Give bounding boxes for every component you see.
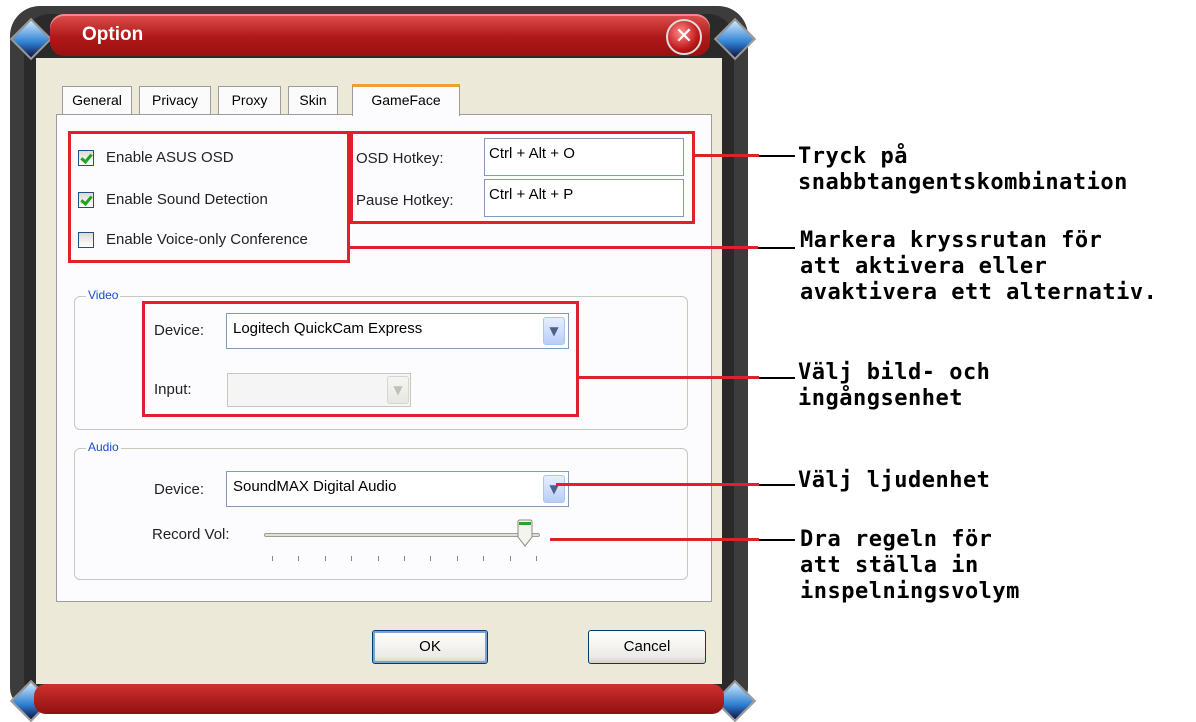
device-connector-black [759,377,795,379]
slider-tick [272,556,273,561]
checkbox-connector-red [350,246,758,249]
slider-tick [509,556,511,561]
volume-connector-black [759,539,795,541]
checkbox-callout: Markera kryssrutan för att aktivera elle… [800,228,1158,305]
audio-connector-black [759,484,795,486]
slider-tick [404,556,405,561]
video-group-title: Video [86,288,121,302]
title-bar[interactable] [50,14,710,56]
record-vol-slider-track[interactable] [264,533,540,537]
hotkey-highlight-box [350,131,695,224]
audio-group [74,448,688,580]
tab-privacy[interactable]: Privacy [139,86,211,114]
chevron-down-icon[interactable]: ▼ [543,475,565,503]
checkbox-connector-black [758,247,795,249]
hotkey-callout: Tryck på snabbtangentskombination [798,144,1128,195]
tab-proxy[interactable]: Proxy [218,86,281,114]
ok-button[interactable]: OK [372,630,488,664]
slider-tick [377,556,379,561]
cancel-button[interactable]: Cancel [588,630,706,664]
audio-group-title: Audio [86,440,121,454]
tab-gameface[interactable]: GameFace [352,84,460,116]
slider-tick [351,556,353,561]
device-connector-red [579,376,759,379]
volume-connector-red [550,538,759,541]
close-icon[interactable]: ✕ [666,19,702,55]
tab-skin[interactable]: Skin [288,86,338,114]
record-vol-label: Record Vol: [152,526,230,543]
checkbox-highlight-box [68,131,350,263]
audio-device-label: Device: [154,481,205,498]
audio-callout: Välj ljudenhet [798,468,991,493]
audio-device-select[interactable]: SoundMAX Digital Audio [226,471,569,507]
slider-tick [483,556,485,561]
slider-tick [456,556,458,561]
audio-connector-red [556,483,759,486]
hotkey-connector-red [695,154,759,157]
record-vol-slider-thumb[interactable] [517,519,533,547]
tab-general[interactable]: General [62,86,132,114]
window-title: Option [82,24,144,45]
video-device-highlight-box [142,301,579,417]
bottom-bar [34,684,724,714]
device-callout: Välj bild- och ingångsenhet [798,360,991,411]
slider-tick [298,556,300,561]
volume-callout: Dra regeln för att ställa in inspelnings… [800,527,1020,604]
hotkey-connector-black [759,155,795,157]
slider-tick [324,556,326,561]
audio-device-value: SoundMAX Digital Audio [233,478,397,495]
slider-tick [536,556,537,561]
slider-tick [430,556,432,561]
